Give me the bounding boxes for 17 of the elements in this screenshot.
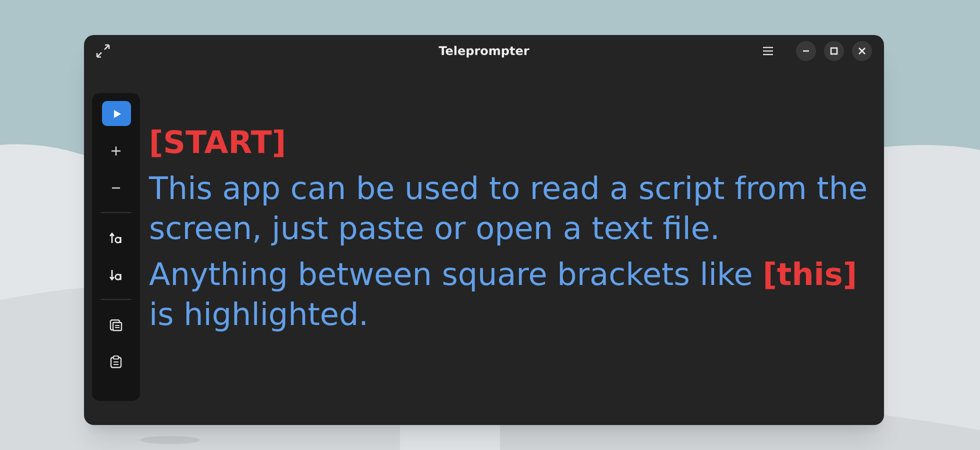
maximize-icon — [830, 47, 838, 55]
script-paragraph: [START] — [149, 124, 288, 163]
document-icon — [108, 316, 124, 332]
text-up-icon — [108, 230, 124, 246]
window-title: Teleprompter — [438, 43, 530, 60]
clipboard-icon — [108, 354, 124, 370]
minimize-button[interactable] — [796, 41, 816, 61]
close-icon — [858, 47, 866, 55]
menu-icon[interactable] — [762, 46, 774, 56]
fullscreen-icon[interactable] — [96, 44, 110, 58]
minimize-icon — [802, 50, 810, 52]
maximize-button[interactable] — [824, 41, 844, 61]
script-paragraph: Anything between square brackets like [this] is highlighted. — [149, 256, 858, 335]
play-button[interactable] — [102, 101, 130, 126]
minus-icon — [112, 186, 120, 188]
close-button[interactable] — [852, 41, 872, 61]
script-paragraph: This app can be used to read a script from the screen, just paste or open a text file. — [149, 170, 869, 249]
